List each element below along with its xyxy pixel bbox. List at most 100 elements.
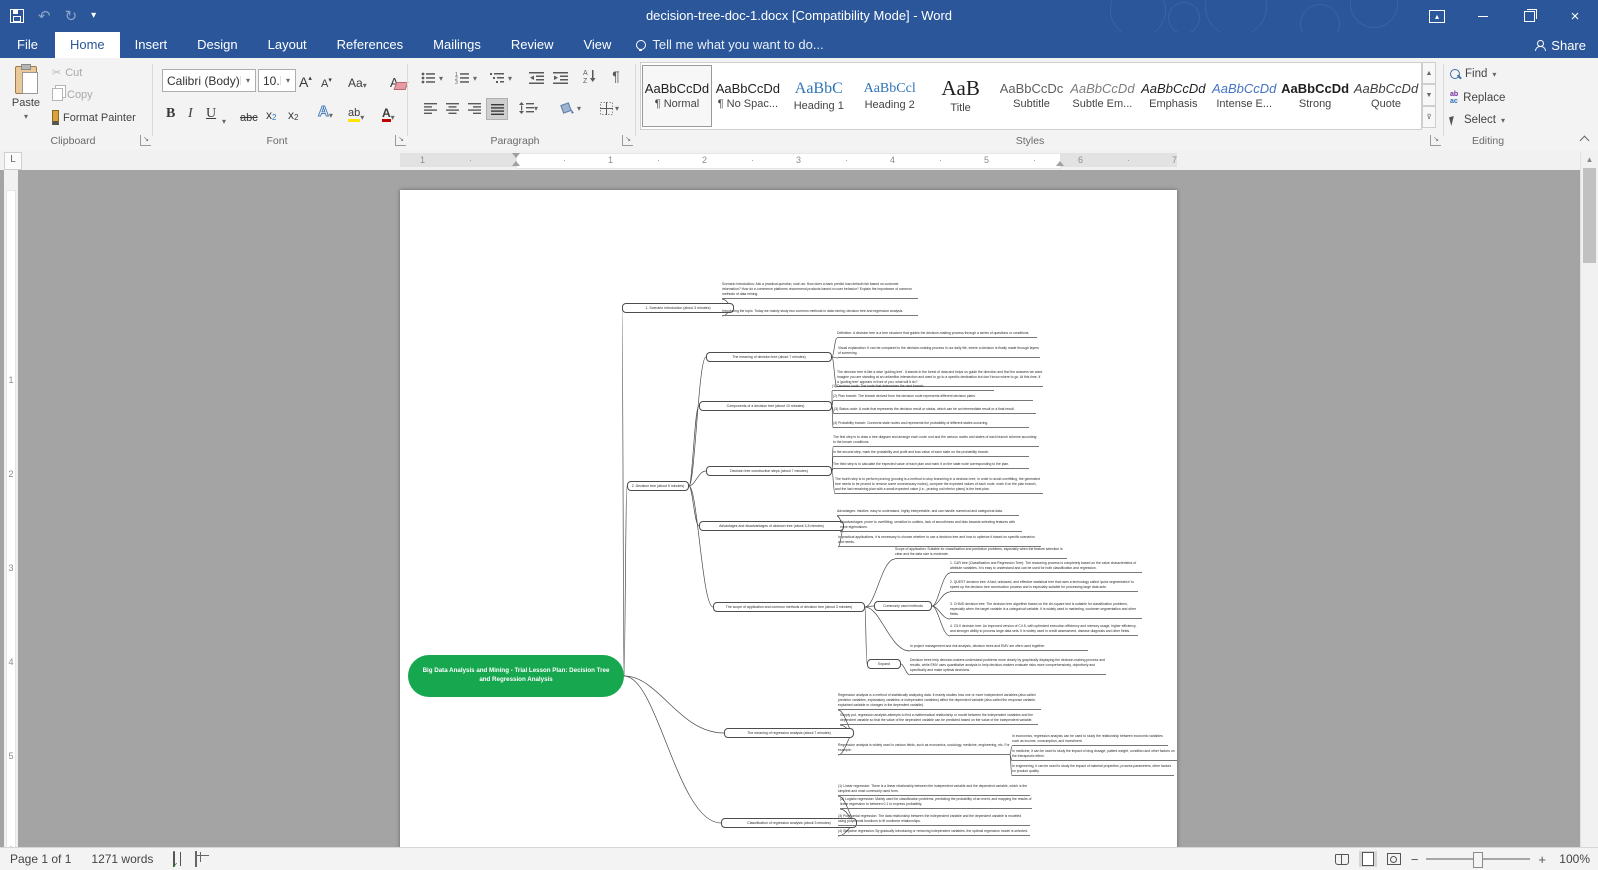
style-item-quote[interactable]: AaBbCcDd Quote [1351,65,1421,127]
zoom-slider[interactable] [1426,852,1531,868]
style-item-intense-e[interactable]: AaBbCcDd Intense E... [1209,65,1279,127]
horizontal-ruler[interactable]: 1 1 2 3 4 5 6 7 · · · · · · · · [0,150,1598,170]
minimize-button[interactable] [1460,0,1506,32]
style-item-title[interactable]: AaB Title [926,65,996,127]
zoom-in-button[interactable]: + [1538,853,1546,866]
grow-font-button[interactable]: A ▴ [299,68,312,90]
tab-home[interactable]: Home [54,32,120,58]
zoom-slider-thumb[interactable] [1473,852,1484,868]
zoom-out-button[interactable]: − [1411,853,1419,866]
copy-button[interactable]: Copy [52,88,93,101]
right-indent-marker[interactable] [1056,161,1064,166]
read-mode-button[interactable] [1333,851,1351,867]
superscript-button[interactable]: x2 [288,100,298,122]
maximize-button[interactable] [1506,0,1552,32]
page-count[interactable]: Page 1 of 1 [0,852,81,866]
pilcrow-button[interactable]: ¶ [606,66,626,86]
document-page[interactable]: Big Data Analysis and Mining - Trial Les… [400,190,1177,848]
select-button[interactable]: Select ▾ [1448,114,1505,126]
line-spacing-caret-icon[interactable]: ▾ [534,104,538,113]
undo-icon[interactable]: ↶ [38,9,51,24]
vertical-ruler[interactable]: 123456 [4,170,18,855]
tab-file[interactable]: File [0,32,55,58]
strikethrough-button[interactable]: abc [240,102,258,124]
share-button[interactable]: Share [1535,32,1586,58]
underline-caret-icon[interactable]: ▾ [222,104,226,126]
increase-indent-button[interactable] [550,68,570,88]
underline-button[interactable]: U [206,100,216,122]
font-size-combo[interactable]: 10.5 ▾ [258,69,296,92]
highlight-color-button[interactable]: ab ▾ [348,100,364,122]
numbering-button[interactable]: 123 [452,68,472,88]
clipboard-dialog-launcher-icon[interactable]: ↘ [140,135,151,146]
redo-icon[interactable]: ↻ [65,9,78,24]
borders-button[interactable] [596,98,616,118]
save-icon[interactable] [10,9,24,23]
align-right-button[interactable] [464,98,484,118]
decrease-indent-button[interactable] [526,68,546,88]
web-layout-button[interactable] [1385,851,1403,867]
shrink-font-button[interactable]: A ▾ [321,68,332,90]
macro-record[interactable] [185,851,207,867]
scroll-up-icon[interactable]: ▲ [1581,152,1598,167]
align-center-button[interactable] [442,98,462,118]
style-item-normal[interactable]: AaBbCcDd ¶ Normal [642,65,712,127]
font-name-combo[interactable]: Calibri (Body) ▾ [162,69,256,92]
text-effects-button[interactable]: A ▾ [318,98,333,121]
cut-button[interactable]: ✂ Cut [52,66,82,80]
styles-more-icon[interactable]: ⊽ [1422,106,1436,128]
style-item-subtitle[interactable]: AaBbCcDc Subtitle [997,65,1067,127]
zoom-level[interactable]: 100% [1554,852,1590,866]
clear-formatting-button[interactable]: A [390,68,409,90]
style-item-subtle-em[interactable]: AaBbCcDd Subtle Em... [1067,65,1137,127]
style-item-heading-1[interactable]: AaBbC Heading 1 [784,65,854,127]
paragraph-dialog-launcher-icon[interactable]: ↘ [622,135,633,146]
find-button[interactable]: Find ▾ [1450,68,1496,80]
font-color-button[interactable]: A ▾ [382,100,395,122]
justify-button[interactable] [486,98,508,120]
tab-references[interactable]: References [322,32,418,58]
ribbon-display-options-icon[interactable]: ▴ [1414,0,1460,32]
tab-view[interactable]: View [568,32,626,58]
collapse-ribbon-icon[interactable] [1580,134,1590,144]
styles-dialog-launcher-icon[interactable]: ↘ [1430,135,1441,146]
tab-insert[interactable]: Insert [120,32,183,58]
shading-caret-icon[interactable]: ▾ [577,104,581,113]
proofing-status[interactable] [163,851,185,867]
word-count[interactable]: 1271 words [81,852,163,866]
scrollbar-thumb[interactable] [1583,168,1596,263]
style-item-no-spac[interactable]: AaBbCcDd ¶ No Spac... [713,65,783,127]
numbering-caret-icon[interactable]: ▾ [473,74,477,83]
close-button[interactable]: × [1552,0,1598,32]
multilevel-caret-icon[interactable]: ▾ [508,74,512,83]
tab-layout[interactable]: Layout [253,32,322,58]
font-dialog-launcher-icon[interactable]: ↘ [395,135,406,146]
tab-mailings[interactable]: Mailings [418,32,496,58]
format-painter-button[interactable]: Format Painter [52,110,136,125]
bullets-caret-icon[interactable]: ▾ [439,74,443,83]
borders-caret-icon[interactable]: ▾ [615,104,619,113]
paste-button[interactable]: Paste ▾ [8,64,44,136]
tab-design[interactable]: Design [182,32,252,58]
italic-button[interactable]: I [188,100,193,122]
style-item-strong[interactable]: AaBbCcDd Strong [1280,65,1350,127]
subscript-button[interactable]: x2 [266,100,276,122]
sort-button[interactable]: AZ [580,66,600,86]
styles-scroll-down-icon[interactable]: ▼ [1422,84,1436,106]
multilevel-list-button[interactable] [487,68,507,88]
first-line-indent-marker[interactable] [512,153,520,158]
customize-quick-access-icon[interactable]: ▾ [91,11,96,21]
style-item-emphasis[interactable]: AaBbCcDd Emphasis [1138,65,1208,127]
print-layout-button[interactable] [1358,851,1377,867]
shading-button[interactable] [558,98,578,118]
bullets-button[interactable] [418,68,438,88]
change-case-button[interactable]: Aa ▾ [348,68,367,90]
tab-review[interactable]: Review [496,32,569,58]
style-item-heading-2[interactable]: AaBbCcl Heading 2 [855,65,925,127]
tell-me-box[interactable]: Tell me what you want to do... [636,32,824,58]
hanging-indent-marker[interactable] [512,161,520,166]
line-spacing-button[interactable] [516,98,536,118]
vertical-scrollbar[interactable]: ▲ [1580,152,1598,848]
align-left-button[interactable] [420,98,440,118]
tab-selector-button[interactable]: L [4,152,22,170]
